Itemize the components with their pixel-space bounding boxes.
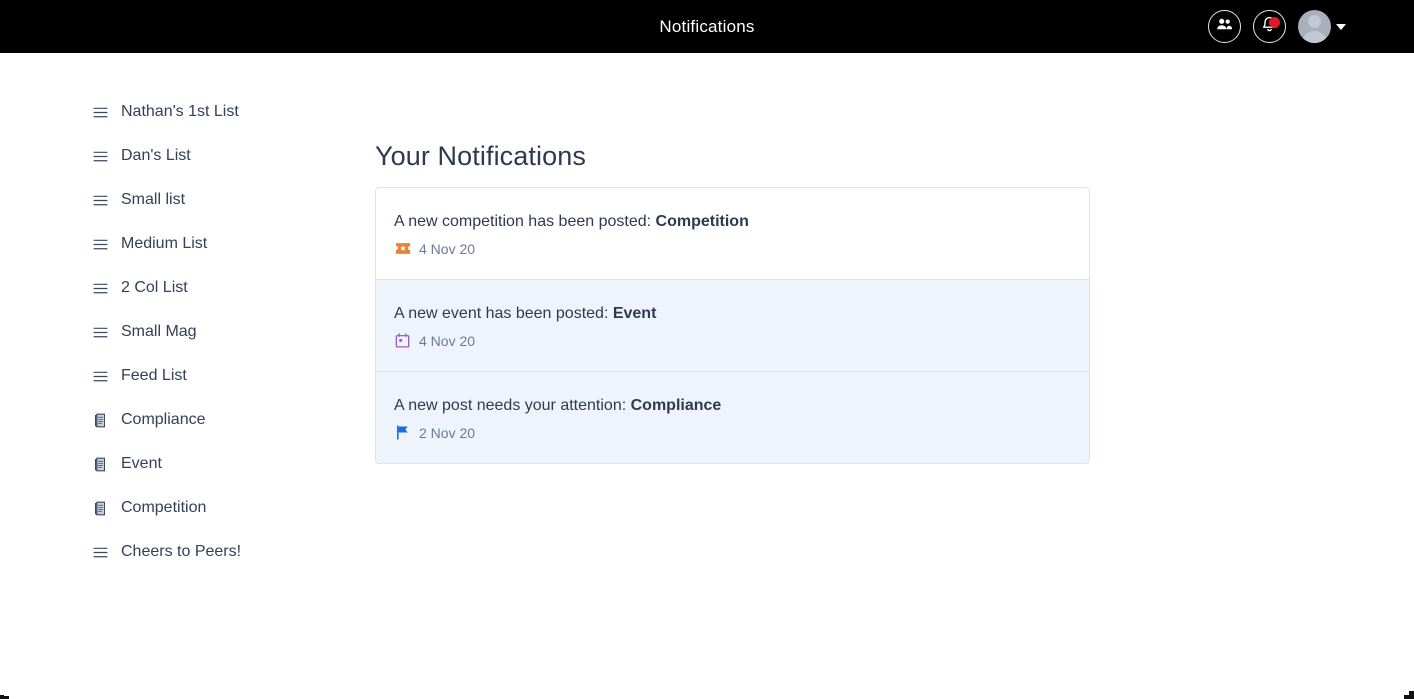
list-icon xyxy=(92,239,108,250)
document-icon xyxy=(92,457,108,472)
notification-text: A new competition has been posted: Compe… xyxy=(394,213,1089,231)
notification-item[interactable]: A new competition has been posted: Compe… xyxy=(376,188,1089,280)
notification-subject: Event xyxy=(612,305,657,322)
notification-text: A new event has been posted: Event xyxy=(394,305,1089,323)
sidebar-item-event[interactable]: Event xyxy=(0,442,375,486)
sidebar-item-nathans-1st-list[interactable]: Nathan's 1st List xyxy=(0,90,375,134)
document-icon xyxy=(92,501,108,516)
notification-text: A new post needs your attention: Complia… xyxy=(394,397,1089,415)
list-icon xyxy=(92,371,108,382)
user-menu[interactable] xyxy=(1298,10,1346,43)
sidebar-item-label: Dan's List xyxy=(121,147,191,164)
topbar-actions xyxy=(1208,0,1346,53)
notification-message: A new post needs your attention: xyxy=(394,397,631,414)
list-icon xyxy=(92,327,108,338)
notification-subject: Compliance xyxy=(630,397,722,414)
window-resize-handle[interactable] xyxy=(1402,687,1414,699)
top-bar: Notifications xyxy=(0,0,1414,53)
sidebar: Nathan's 1st List Dan's List Small list … xyxy=(0,53,375,699)
avatar-head xyxy=(1308,15,1321,28)
window-corner-left xyxy=(0,690,9,699)
sidebar-item-2-col-list[interactable]: 2 Col List xyxy=(0,266,375,310)
sidebar-item-competition[interactable]: Competition xyxy=(0,486,375,530)
notification-subject: Competition xyxy=(655,213,749,230)
notification-date: 4 Nov 20 xyxy=(419,240,476,257)
notification-message: A new competition has been posted: xyxy=(394,213,656,230)
main-content: Your Notifications A new competition has… xyxy=(375,53,1414,699)
page-body: Nathan's 1st List Dan's List Small list … xyxy=(0,53,1414,699)
notification-date: 2 Nov 20 xyxy=(419,424,476,441)
sidebar-item-small-list[interactable]: Small list xyxy=(0,178,375,222)
list-icon xyxy=(92,151,108,162)
sidebar-item-label: Event xyxy=(121,455,162,472)
chevron-down-icon[interactable] xyxy=(1336,23,1346,30)
sidebar-item-label: Small Mag xyxy=(121,323,197,340)
sidebar-item-dans-list[interactable]: Dan's List xyxy=(0,134,375,178)
notification-message: A new event has been posted: xyxy=(394,305,613,322)
list-icon xyxy=(92,107,108,118)
ticket-icon xyxy=(394,240,411,257)
sidebar-item-label: Medium List xyxy=(121,235,208,252)
notification-meta: 2 Nov 20 xyxy=(394,424,1089,441)
sidebar-item-label: 2 Col List xyxy=(121,279,188,296)
sidebar-item-small-mag[interactable]: Small Mag xyxy=(0,310,375,354)
sidebar-item-label: Competition xyxy=(121,499,207,516)
sidebar-item-label: Nathan's 1st List xyxy=(121,103,239,120)
sidebar-item-compliance[interactable]: Compliance xyxy=(0,398,375,442)
sidebar-item-label: Small list xyxy=(121,191,186,208)
list-icon xyxy=(92,195,108,206)
avatar xyxy=(1298,10,1331,43)
people-icon xyxy=(1215,15,1234,39)
list-icon xyxy=(92,547,108,558)
list-icon xyxy=(92,283,108,294)
notification-date: 4 Nov 20 xyxy=(419,332,476,349)
notifications-button[interactable] xyxy=(1253,10,1286,43)
flag-icon xyxy=(394,424,411,441)
main-heading: Your Notifications xyxy=(375,141,586,171)
sidebar-item-medium-list[interactable]: Medium List xyxy=(0,222,375,266)
notification-badge xyxy=(1269,17,1280,28)
calendar-icon xyxy=(394,332,411,349)
sidebar-item-label: Cheers to Peers! xyxy=(121,543,242,560)
notification-item[interactable]: A new post needs your attention: Complia… xyxy=(376,372,1089,463)
sidebar-item-label: Feed List xyxy=(121,367,187,384)
avatar-body xyxy=(1302,31,1327,43)
notifications-list: A new competition has been posted: Compe… xyxy=(375,187,1090,464)
notification-meta: 4 Nov 20 xyxy=(394,332,1089,349)
people-button[interactable] xyxy=(1208,10,1241,43)
page-title: Notifications xyxy=(659,16,755,36)
sidebar-item-label: Compliance xyxy=(121,411,206,428)
sidebar-item-feed-list[interactable]: Feed List xyxy=(0,354,375,398)
notification-meta: 4 Nov 20 xyxy=(394,240,1089,257)
document-icon xyxy=(92,413,108,428)
sidebar-item-cheers-to-peers[interactable]: Cheers to Peers! xyxy=(0,530,375,574)
notification-item[interactable]: A new event has been posted: Event 4 Nov… xyxy=(376,280,1089,372)
